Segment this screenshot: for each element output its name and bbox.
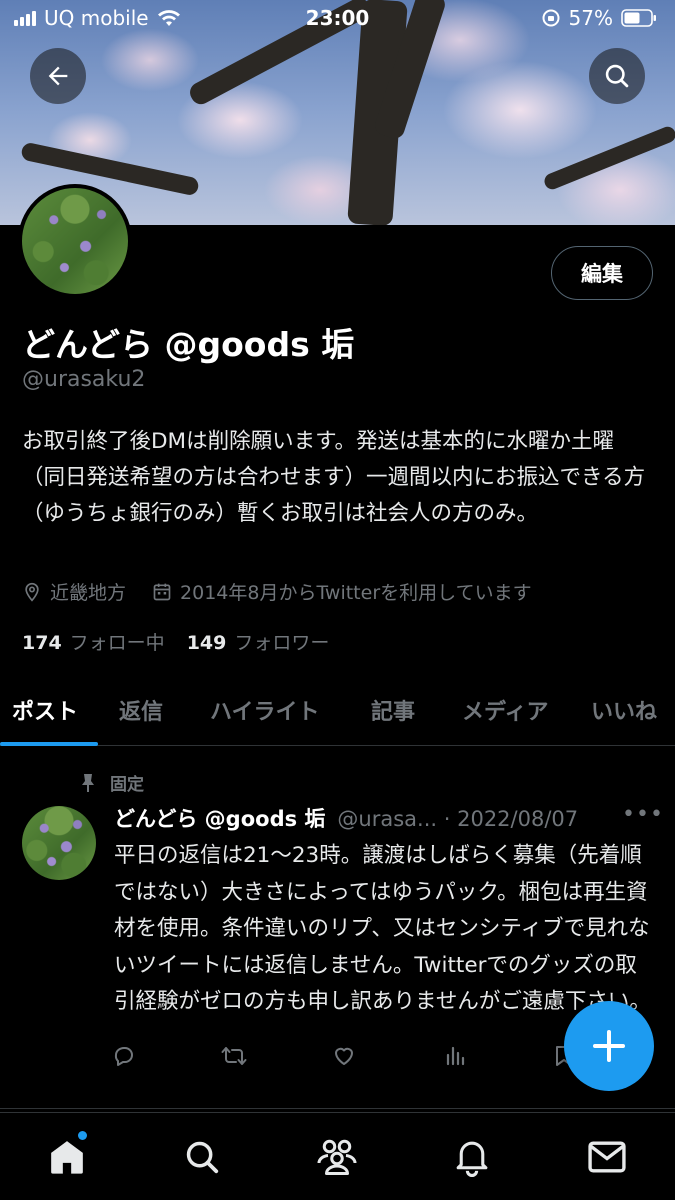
nav-home[interactable]	[45, 1135, 89, 1179]
post-actions	[110, 1040, 580, 1072]
communities-icon	[317, 1139, 357, 1175]
follow-stats: 174 フォロー中 149 フォロワー	[22, 628, 329, 655]
joined-date: 2014年8月からTwitterを利用しています	[180, 582, 532, 604]
heart-icon	[335, 1047, 353, 1065]
tab-articles[interactable]: 記事	[371, 694, 415, 726]
banner-tree-branch	[542, 124, 675, 192]
home-notification-dot	[78, 1131, 87, 1140]
status-bar: UQ mobile 23:00 57%	[0, 0, 675, 36]
post-divider	[0, 1108, 675, 1109]
pinned-indicator: 固定	[80, 770, 144, 795]
tab-likes[interactable]: いいね	[591, 694, 657, 726]
tab-replies[interactable]: 返信	[119, 694, 163, 726]
location-text: 近畿地方	[50, 582, 127, 604]
mail-icon	[588, 1141, 626, 1173]
views-button[interactable]	[441, 1040, 469, 1072]
tab-posts[interactable]: ポスト	[12, 694, 78, 726]
battery-percent: 57%	[568, 6, 613, 30]
nav-explore[interactable]	[180, 1135, 224, 1179]
orientation-lock-icon	[542, 9, 560, 27]
reply-button[interactable]	[110, 1040, 138, 1072]
like-button[interactable]	[330, 1040, 358, 1072]
avatar[interactable]	[18, 184, 132, 298]
display-name: どんどら @goods 垢	[22, 325, 355, 364]
followers-count: 149	[186, 632, 227, 654]
user-handle: @urasaku2	[22, 367, 146, 392]
compose-post-button[interactable]	[564, 1001, 654, 1091]
plus-icon	[593, 1030, 625, 1062]
post-handle-date[interactable]: @urasa... · 2022/08/07	[337, 807, 578, 831]
battery-icon	[621, 9, 656, 27]
banner-tree-branch	[20, 141, 200, 197]
search-icon	[605, 64, 629, 88]
search-button[interactable]	[589, 48, 645, 104]
nav-messages[interactable]	[585, 1135, 629, 1179]
following-label: フォロー中	[69, 632, 165, 654]
tab-media[interactable]: メディア	[462, 694, 548, 726]
retweet-icon	[221, 1047, 247, 1065]
active-tab-indicator	[0, 742, 98, 746]
pin-icon	[82, 773, 94, 792]
calendar-icon	[153, 583, 171, 600]
profile-bio: お取引終了後DMは削除願います。発送は基本的に水曜か土曜（同日発送希望の方は合わ…	[22, 429, 646, 526]
retweet-button[interactable]	[220, 1040, 248, 1072]
post-author-name[interactable]: どんどら @goods 垢	[114, 803, 325, 833]
edit-profile-button[interactable]: 編集	[551, 246, 653, 300]
bottom-navigation	[0, 1112, 675, 1200]
post-avatar[interactable]	[22, 806, 96, 880]
search-icon	[186, 1141, 219, 1174]
post-header: どんどら @goods 垢 @urasa... · 2022/08/07	[114, 803, 578, 833]
profile-meta: 近畿地方 2014年8月からTwitterを利用しています	[22, 578, 558, 605]
more-options-button[interactable]: •••	[622, 802, 664, 827]
views-icon	[446, 1046, 465, 1066]
home-icon	[51, 1141, 83, 1174]
reply-icon	[114, 1047, 133, 1066]
nav-communities[interactable]	[315, 1135, 359, 1179]
nav-notifications[interactable]	[450, 1135, 494, 1179]
tab-highlights[interactable]: ハイライト	[210, 694, 320, 726]
pinned-label: 固定	[110, 775, 144, 795]
back-button[interactable]	[30, 48, 86, 104]
following-link[interactable]: 174 フォロー中	[22, 628, 165, 655]
followers-link[interactable]: 149 フォロワー	[187, 628, 330, 655]
bell-icon	[456, 1141, 488, 1177]
arrow-left-icon	[48, 66, 68, 86]
post-text: 平日の返信は21〜23時。譲渡はしばらく募集（先着順ではない）大きさによってはゆ…	[114, 843, 651, 1014]
following-count: 174	[22, 632, 62, 654]
followers-label: フォロワー	[234, 632, 330, 654]
location-pin-icon	[25, 582, 39, 602]
profile-tabs: ポスト 返信 ハイライト 記事 メディア いいね	[0, 680, 675, 746]
